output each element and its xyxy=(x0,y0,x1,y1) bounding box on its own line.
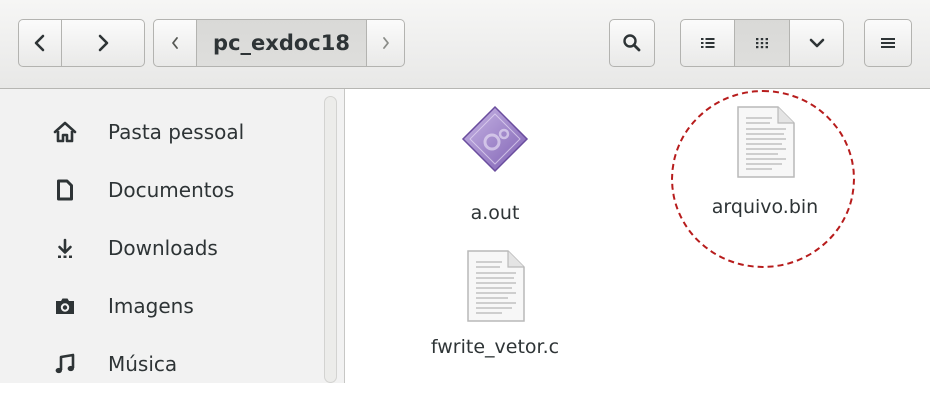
highlight-circle xyxy=(671,90,855,268)
chevron-left-icon xyxy=(34,34,45,52)
search-button[interactable] xyxy=(609,19,655,67)
sidebar-scrollbar[interactable] xyxy=(324,96,337,383)
sidebar-item-downloads[interactable]: Downloads xyxy=(0,219,320,277)
sidebar-item-pasta-pessoal[interactable]: Pasta pessoal xyxy=(0,103,320,161)
file-item-fwrite-vetor-c[interactable]: fwrite_vetor.c xyxy=(400,248,590,358)
file-item-a-out[interactable]: a.out xyxy=(430,104,560,224)
path-current-label: pc_exdoc18 xyxy=(213,31,350,55)
sidebar-item-label: Downloads xyxy=(108,236,218,260)
sidebar-item-imagens[interactable]: Imagens xyxy=(0,277,320,335)
sidebar-item-label: Música xyxy=(108,352,178,376)
list-icon xyxy=(700,38,714,48)
download-icon xyxy=(52,235,78,261)
path-current-segment[interactable]: pc_exdoc18 xyxy=(197,19,367,67)
document-icon xyxy=(52,177,78,203)
chevron-down-icon xyxy=(809,38,824,48)
grid-icon xyxy=(756,38,768,49)
file-name: fwrite_vetor.c xyxy=(430,336,560,358)
home-icon xyxy=(52,119,78,145)
forward-button[interactable] xyxy=(62,19,145,67)
header-bar: pc_exdoc18 xyxy=(0,0,930,89)
executable-icon xyxy=(460,104,530,182)
sidebar-item-label: Documentos xyxy=(108,178,235,202)
text-file-icon xyxy=(462,248,528,328)
sidebar-item-musica[interactable]: Música xyxy=(0,335,320,393)
chevron-left-icon xyxy=(172,37,178,49)
camera-icon xyxy=(52,293,78,319)
path-next-button[interactable] xyxy=(367,19,405,67)
chevron-right-icon xyxy=(98,34,109,52)
sidebar-item-label: Pasta pessoal xyxy=(108,120,245,144)
path-prev-button[interactable] xyxy=(153,19,197,67)
sidebar-item-documentos[interactable]: Documentos xyxy=(0,161,320,219)
chevron-right-icon xyxy=(382,37,389,49)
file-name: a.out xyxy=(470,202,520,224)
hamburger-icon xyxy=(881,38,895,48)
sidebar: Pasta pessoal Documentos Downloads Image… xyxy=(0,89,345,383)
list-view-button[interactable] xyxy=(680,19,735,67)
music-icon xyxy=(52,351,78,377)
view-options-button[interactable] xyxy=(790,19,844,67)
search-icon xyxy=(623,34,641,52)
sidebar-item-label: Imagens xyxy=(108,294,194,318)
grid-view-button[interactable] xyxy=(735,19,790,67)
back-button[interactable] xyxy=(18,19,62,67)
menu-button[interactable] xyxy=(864,19,912,67)
